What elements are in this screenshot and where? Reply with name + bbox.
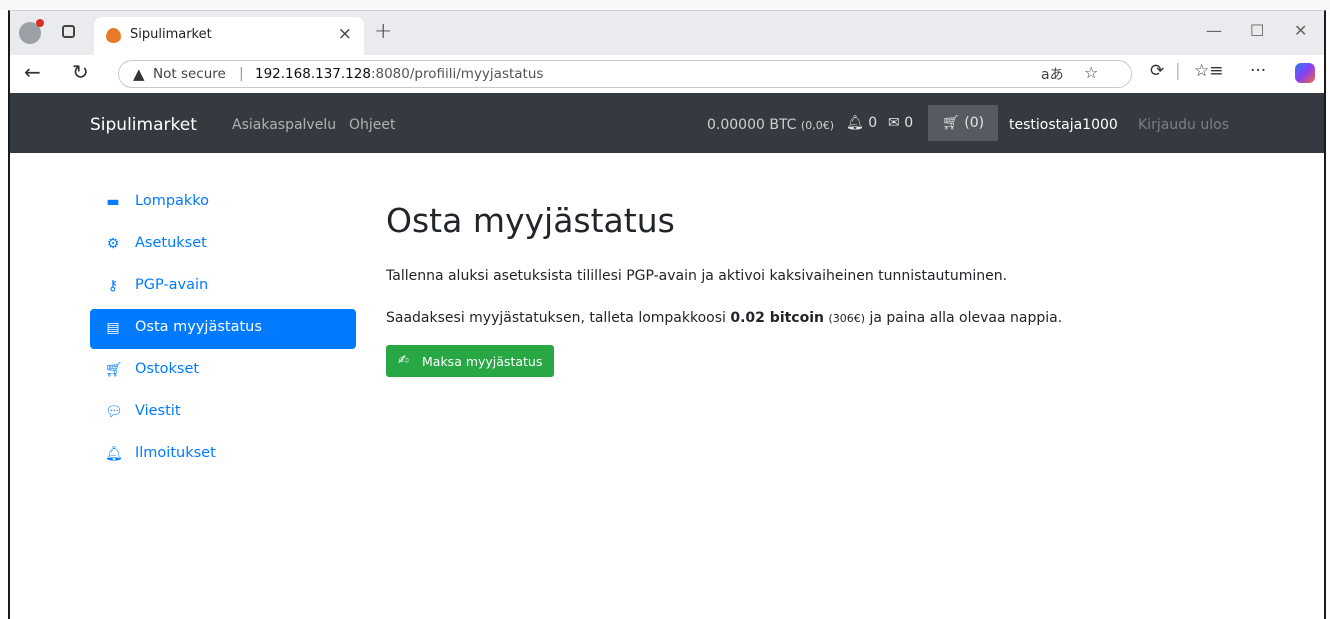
close-window-icon[interactable]: ✕ — [1294, 21, 1307, 40]
sidebar-item-label: Osta myyjästatus — [135, 319, 262, 335]
browser-window: Sipulimarket × + — ☐ ✕ ← ↻ ▲ Not secure … — [8, 10, 1326, 619]
sidebar-item-label: Viestit — [135, 403, 181, 419]
messages-link[interactable]: ✉ 0 — [888, 115, 913, 131]
url-text[interactable]: 192.168.137.128:8080/profiili/myyjastatu… — [255, 66, 543, 82]
sidebar-item-lompakko[interactable]: ▬ Lompakko — [90, 183, 356, 223]
payment-text-start: Saadaksesi myyjästatuksen, talleta lompa… — [386, 310, 731, 326]
wallet-balance[interactable]: 0.00000 BTC (0,0€) — [707, 117, 834, 133]
balance-eur: (0,0€) — [800, 119, 834, 132]
tab-bar: Sipulimarket × + — ☐ ✕ — [10, 11, 1324, 55]
logout-link[interactable]: Kirjaudu ulos — [1138, 117, 1229, 133]
new-tab-button[interactable]: + — [374, 19, 392, 44]
gear-icon: ⚙ — [106, 236, 120, 252]
payment-amount: 0.02 bitcoin — [730, 310, 824, 326]
sidebar-item-viestit[interactable]: 💬︎ Viestit — [90, 393, 356, 433]
cart-link[interactable]: 🛒︎ (0) — [928, 105, 998, 141]
security-label[interactable]: Not secure — [153, 66, 226, 82]
site-navbar: Sipulimarket Asiakaspalvelu Ohjeet 0.000… — [10, 93, 1324, 153]
more-menu-icon[interactable]: ··· — [1250, 61, 1266, 81]
page-title: Osta myyjästatus — [386, 201, 675, 240]
tab-actions-icon[interactable] — [62, 25, 75, 38]
site-brand[interactable]: Sipulimarket — [90, 115, 197, 135]
desktop-strip — [0, 0, 1330, 10]
envelope-icon: ✉ — [888, 115, 900, 131]
cart-icon: 🛒︎ — [942, 115, 960, 131]
balance-btc: 0.00000 BTC — [707, 117, 797, 133]
url-host: 192.168.137.128 — [255, 66, 371, 82]
url-path: :8080/profiili/myyjastatus — [370, 66, 544, 82]
sidebar-item-label: Asetukset — [135, 235, 207, 251]
cart-icon: 🛒︎ — [105, 362, 123, 378]
cart-text: 🛒︎ (0) — [942, 115, 984, 131]
sidebar-item-ilmoitukset[interactable]: 🔔︎ Ilmoitukset — [90, 435, 356, 475]
sidebar-item-label: PGP-avain — [135, 277, 209, 293]
sidebar-item-label: Ilmoitukset — [135, 445, 216, 461]
warning-icon: ▲ — [133, 65, 145, 83]
pay-button-label: Maksa myyjästatus — [422, 354, 543, 369]
chat-icon: 💬︎ — [105, 404, 123, 420]
profile-avatar-icon[interactable] — [19, 19, 44, 44]
id-card-icon: ▤ — [106, 320, 120, 336]
sidebar-item-label: Lompakko — [135, 193, 210, 209]
instructions-text: Tallenna aluksi asetuksista tilillesi PG… — [386, 268, 1008, 284]
browser-toolbar: ← ↻ ▲ Not secure | 192.168.137.128:8080/… — [10, 55, 1324, 94]
toolbar-divider: | — [1175, 61, 1181, 81]
extensions-icon[interactable]: ⟳ — [1150, 61, 1164, 81]
sidebar-item-ostokset[interactable]: 🛒︎ Ostokset — [90, 351, 356, 391]
favorites-list-icon[interactable]: ☆≡ — [1194, 61, 1223, 81]
sidebar-item-label: Ostokset — [135, 361, 200, 377]
sidebar-item-asetukset[interactable]: ⚙ Asetukset — [90, 225, 356, 265]
favorite-star-icon[interactable]: ☆ — [1084, 63, 1098, 82]
back-arrow-icon[interactable]: ← — [24, 60, 41, 84]
signature-icon: ✍ — [398, 353, 409, 368]
wallet-icon: ▬ — [106, 194, 120, 210]
tab-title: Sipulimarket — [130, 27, 212, 42]
notifications-count: 0 — [868, 115, 878, 131]
sidebar-item-pgp-avain[interactable]: ⚷ PGP-avain — [90, 267, 356, 307]
browser-tab[interactable]: Sipulimarket × — [94, 17, 364, 55]
pay-seller-status-button[interactable]: ✍ Maksa myyjästatus — [386, 345, 554, 377]
username-link[interactable]: testiostaja1000 — [1009, 117, 1118, 133]
onion-favicon-icon — [106, 28, 121, 43]
sidebar-item-osta-myyjastatus[interactable]: ▤ Osta myyjästatus — [90, 309, 356, 349]
minimize-icon[interactable]: — — [1206, 21, 1222, 40]
translate-icon[interactable]: aあ — [1041, 64, 1064, 84]
cart-count: (0) — [964, 115, 985, 131]
nav-link-asiakaspalvelu[interactable]: Asiakaspalvelu — [232, 117, 336, 133]
nav-link-ohjeet[interactable]: Ohjeet — [349, 117, 396, 133]
tab-close-icon[interactable]: × — [338, 24, 352, 44]
bell-icon: 🔔︎ — [846, 115, 864, 131]
bell-icon: 🔔︎ — [105, 446, 123, 462]
address-bar[interactable]: ▲ Not secure | 192.168.137.128:8080/prof… — [118, 60, 1132, 88]
payment-instructions: Saadaksesi myyjästatuksen, talleta lompa… — [386, 310, 1062, 326]
copilot-icon[interactable] — [1295, 63, 1315, 83]
payment-eur: (306€) — [828, 312, 866, 325]
payment-text-end: ja paina alla olevaa nappia. — [865, 310, 1063, 326]
reload-icon[interactable]: ↻ — [72, 60, 89, 84]
maximize-icon[interactable]: ☐ — [1250, 21, 1264, 40]
messages-count: 0 — [904, 115, 914, 131]
key-icon: ⚷ — [107, 278, 119, 294]
notifications-link[interactable]: 🔔︎ 0 — [846, 115, 877, 131]
profile-sidebar: ▬ Lompakko ⚙ Asetukset ⚷ PGP-avain ▤ Ost… — [90, 183, 356, 477]
separator: | — [239, 66, 244, 82]
